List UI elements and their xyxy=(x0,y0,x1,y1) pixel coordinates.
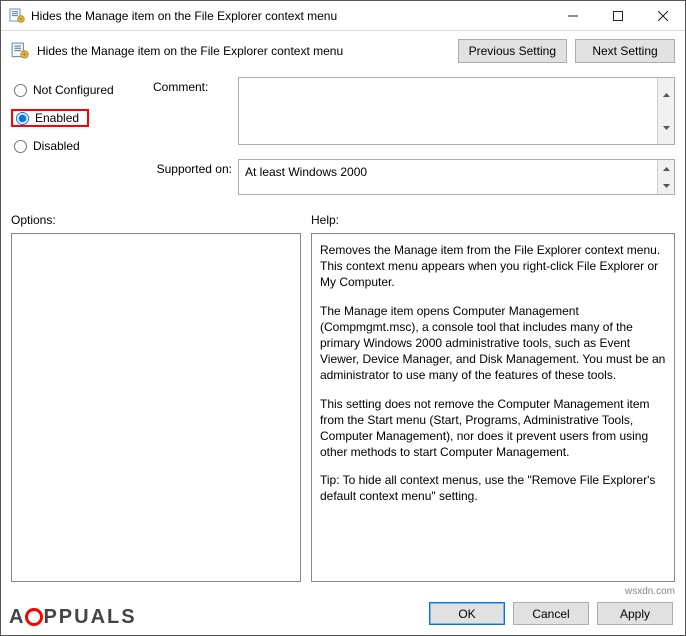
supported-value: At least Windows 2000 xyxy=(245,165,367,179)
help-pane: Removes the Manage item from the File Ex… xyxy=(311,233,675,582)
comment-spin-up[interactable] xyxy=(658,78,674,111)
panes-labels: Options: Help: xyxy=(11,213,675,227)
policy-icon xyxy=(11,42,29,60)
body: Not Configured Enabled Disabled Comment: xyxy=(1,77,685,592)
panes: Removes the Manage item from the File Ex… xyxy=(11,233,675,582)
comment-label: Comment: xyxy=(153,77,238,94)
radio-not-configured-input[interactable] xyxy=(14,84,27,97)
supported-spin-up[interactable] xyxy=(658,160,674,177)
header-title: Hides the Manage item on the File Explor… xyxy=(37,44,450,58)
fields-col: Comment: Supported on: At least Windows … xyxy=(153,77,675,195)
radio-enabled-label: Enabled xyxy=(35,111,79,125)
previous-setting-button[interactable]: Previous Setting xyxy=(458,39,567,63)
radio-disabled[interactable]: Disabled xyxy=(11,137,133,155)
radio-not-configured[interactable]: Not Configured xyxy=(11,81,133,99)
window: Hides the Manage item on the File Explor… xyxy=(0,0,686,636)
minimize-button[interactable] xyxy=(550,1,595,30)
next-setting-button[interactable]: Next Setting xyxy=(575,39,675,63)
watermark: APPUALS xyxy=(9,606,137,629)
window-title: Hides the Manage item on the File Explor… xyxy=(31,9,550,23)
radio-not-configured-label: Not Configured xyxy=(33,83,114,97)
supported-spin-down[interactable] xyxy=(658,177,674,194)
config-row: Not Configured Enabled Disabled Comment: xyxy=(11,77,675,195)
help-paragraph: Tip: To hide all context menus, use the … xyxy=(320,472,666,504)
titlebar: Hides the Manage item on the File Explor… xyxy=(1,1,685,31)
state-radio-group: Not Configured Enabled Disabled xyxy=(11,77,133,195)
apply-button[interactable]: Apply xyxy=(597,602,673,625)
comment-field[interactable] xyxy=(238,77,675,145)
comment-spin-down[interactable] xyxy=(658,111,674,144)
header: Hides the Manage item on the File Explor… xyxy=(1,31,685,77)
supported-label: Supported on: xyxy=(153,159,238,176)
app-icon xyxy=(9,8,25,24)
radio-enabled[interactable]: Enabled xyxy=(11,109,89,127)
close-button[interactable] xyxy=(640,1,685,30)
watermark-ring-icon xyxy=(25,608,43,626)
options-pane xyxy=(11,233,301,582)
supported-field: At least Windows 2000 xyxy=(238,159,675,195)
radio-disabled-input[interactable] xyxy=(14,140,27,153)
credit-text: wsxdn.com xyxy=(625,586,675,597)
ok-button[interactable]: OK xyxy=(429,602,505,625)
help-paragraph: This setting does not remove the Compute… xyxy=(320,396,666,461)
help-paragraph: Removes the Manage item from the File Ex… xyxy=(320,242,666,291)
radio-enabled-input[interactable] xyxy=(16,112,29,125)
help-paragraph: The Manage item opens Computer Managemen… xyxy=(320,303,666,384)
comment-spinner xyxy=(657,78,674,144)
window-controls xyxy=(550,1,685,30)
cancel-button[interactable]: Cancel xyxy=(513,602,589,625)
watermark-text: PPUALS xyxy=(43,606,136,628)
options-label: Options: xyxy=(11,213,311,227)
maximize-button[interactable] xyxy=(595,1,640,30)
radio-disabled-label: Disabled xyxy=(33,139,80,153)
supported-spinner xyxy=(657,160,674,194)
help-label: Help: xyxy=(311,213,339,227)
